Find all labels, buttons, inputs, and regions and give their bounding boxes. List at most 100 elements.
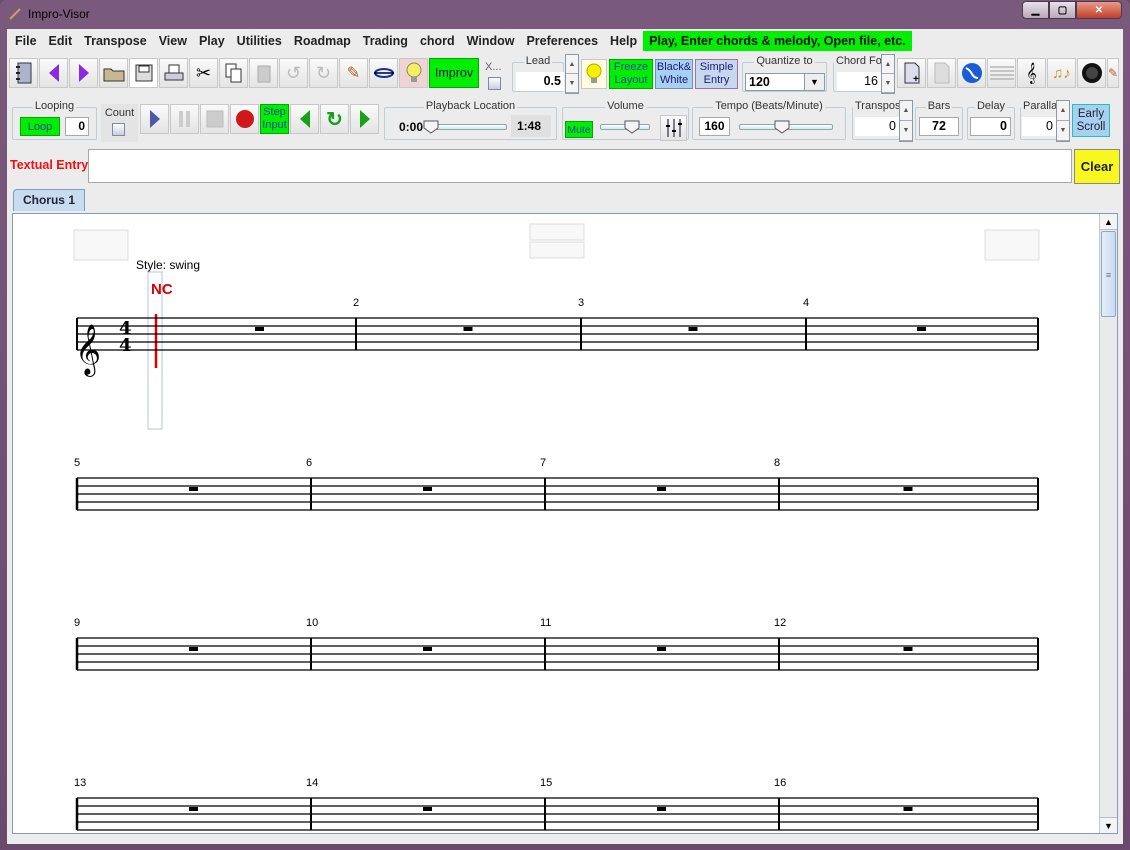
prev-chorus-button[interactable] xyxy=(39,58,68,88)
freeze-layout-button[interactable]: Freeze Layout xyxy=(609,59,653,89)
transpose-field[interactable]: 0 xyxy=(855,117,899,136)
menu-window[interactable]: Window xyxy=(461,29,521,53)
menu-preferences[interactable]: Preferences xyxy=(520,29,604,53)
loop-label: Loop xyxy=(27,121,53,133)
menu-help[interactable]: Help xyxy=(604,29,643,53)
lightbulb-toggle[interactable] xyxy=(581,59,607,89)
tempo-field[interactable]: 160 xyxy=(699,117,730,136)
simple-entry-button[interactable]: Simple Entry xyxy=(695,59,738,89)
rewind-button[interactable] xyxy=(290,104,319,134)
copy-button[interactable] xyxy=(219,58,248,88)
minimize-button[interactable]: ▁ xyxy=(1022,1,1049,19)
pause-button[interactable] xyxy=(170,104,199,134)
advice-button[interactable] xyxy=(399,58,428,88)
expand-icon xyxy=(373,68,394,78)
transpose-spinner[interactable]: ▲ ▼ xyxy=(899,100,913,142)
menu-play[interactable]: Play xyxy=(193,29,231,53)
score-canvas[interactable]: Style: swing NC 𝄞 4 4 2 3 45 6 7 89 10 11 1213 14… xyxy=(13,214,1101,833)
clear-button[interactable]: Clear xyxy=(1074,149,1120,184)
mixer-button[interactable] xyxy=(660,115,687,141)
new-leadsheet-button[interactable]: + xyxy=(897,58,926,88)
chord-slot-box[interactable] xyxy=(529,223,585,259)
parallax-spinner[interactable]: ▲ ▼ xyxy=(1056,100,1070,142)
spin-up-icon[interactable]: ▲ xyxy=(900,101,912,121)
tab-chorus-1[interactable]: Chorus 1 xyxy=(13,189,85,211)
next-chorus-button[interactable] xyxy=(69,58,98,88)
prev-chorus-icon xyxy=(48,64,59,82)
tempo-label: Tempo (Beats/Minute) xyxy=(713,100,825,112)
early-scroll-button[interactable]: Early Scroll xyxy=(1072,104,1110,137)
menu-trading[interactable]: Trading xyxy=(357,29,414,53)
midi-button[interactable] xyxy=(1077,58,1106,88)
cut-button[interactable]: ✂ xyxy=(189,58,218,88)
chord-font-spinner[interactable]: ▲ ▼ xyxy=(881,54,895,94)
chord-font-field[interactable]: 16 xyxy=(837,72,881,91)
notebook-button[interactable] xyxy=(9,58,38,88)
chord-slot-box[interactable] xyxy=(73,229,129,261)
count-checkbox[interactable] xyxy=(112,123,125,136)
play-button[interactable] xyxy=(140,104,169,134)
vertical-scrollbar[interactable]: ▲ ≡ ▼ xyxy=(1099,214,1117,833)
forward-icon xyxy=(359,110,370,128)
loop-button[interactable]: Loop xyxy=(20,117,60,136)
scroll-thumb[interactable]: ≡ xyxy=(1101,231,1116,317)
playback-slider[interactable] xyxy=(429,124,507,130)
textual-entry-input[interactable] xyxy=(88,149,1072,183)
quantize-select[interactable]: 120 ▼ xyxy=(745,73,825,91)
menu-file[interactable]: File xyxy=(9,29,43,53)
parallax-field[interactable]: 0 xyxy=(1022,117,1056,136)
spin-up-icon[interactable]: ▲ xyxy=(566,55,578,74)
improv-button[interactable]: Improv xyxy=(429,58,479,88)
notation-button[interactable]: 𝄞 xyxy=(1017,58,1046,88)
lick-generator-button[interactable] xyxy=(987,58,1016,88)
menu-view[interactable]: View xyxy=(153,29,193,53)
spin-down-icon[interactable]: ▼ xyxy=(882,74,894,93)
bars-field[interactable]: 72 xyxy=(919,117,959,136)
spin-up-icon[interactable]: ▲ xyxy=(882,55,894,74)
scroll-up-button[interactable]: ▲ xyxy=(1100,214,1117,230)
print-button[interactable] xyxy=(159,58,188,88)
spin-down-icon[interactable]: ▼ xyxy=(1057,121,1069,141)
loop-count-field[interactable]: 0 xyxy=(65,117,89,136)
menu-chord[interactable]: chord xyxy=(414,29,461,53)
menu-transpose[interactable]: Transpose xyxy=(78,29,153,53)
menu-edit[interactable]: Edit xyxy=(43,29,79,53)
black-white-button[interactable]: Black& White xyxy=(655,59,693,89)
undo-button[interactable]: ↺ xyxy=(279,58,308,88)
loop-toggle-button[interactable]: ↻ xyxy=(320,104,349,134)
close-button[interactable]: ✕ xyxy=(1076,1,1122,19)
record-button[interactable] xyxy=(230,104,259,134)
menu-roadmap[interactable]: Roadmap xyxy=(288,29,357,53)
stop-button[interactable] xyxy=(200,104,229,134)
paste-button[interactable] xyxy=(249,58,278,88)
undo-icon: ↺ xyxy=(285,62,302,83)
spin-down-icon[interactable]: ▼ xyxy=(900,121,912,141)
open-button[interactable] xyxy=(99,58,128,88)
forward-button[interactable] xyxy=(350,104,379,134)
leadsheet-score[interactable]: Style: swing NC 𝄞 4 4 2 3 4 5 6 7 8 9 10 11 12 13 14… xyxy=(12,213,1118,834)
lead-field[interactable]: 0.5 xyxy=(516,72,564,91)
blank-page-button[interactable] xyxy=(927,58,956,88)
chord-symbol-nc[interactable]: NC xyxy=(151,281,173,298)
playback-thumb[interactable] xyxy=(423,120,439,134)
save-button[interactable] xyxy=(129,58,158,88)
step-input-button[interactable]: Step Input xyxy=(260,104,289,134)
menu-utilities[interactable]: Utilities xyxy=(231,29,288,53)
spin-down-icon[interactable]: ▼ xyxy=(566,74,578,93)
chord-slot-box[interactable] xyxy=(984,229,1040,261)
maximize-button[interactable]: ▢ xyxy=(1049,1,1076,19)
volume-thumb[interactable] xyxy=(624,120,640,134)
draw-button[interactable]: ✎ xyxy=(1107,58,1119,88)
mute-button[interactable]: Mute xyxy=(565,121,593,138)
style-editor-button[interactable]: ♫♪ xyxy=(1047,58,1076,88)
lead-spinner[interactable]: ▲ ▼ xyxy=(565,54,579,94)
pencil-button[interactable]: ✎ xyxy=(339,58,368,88)
globe-button[interactable] xyxy=(957,58,986,88)
expand-button[interactable] xyxy=(369,58,398,88)
redo-button[interactable]: ↻ xyxy=(309,58,338,88)
tempo-thumb[interactable] xyxy=(774,120,790,134)
x-checkbox[interactable] xyxy=(488,77,501,90)
delay-field[interactable]: 0 xyxy=(970,117,1011,136)
spin-up-icon[interactable]: ▲ xyxy=(1057,101,1069,121)
scroll-down-button[interactable]: ▼ xyxy=(1100,817,1117,833)
